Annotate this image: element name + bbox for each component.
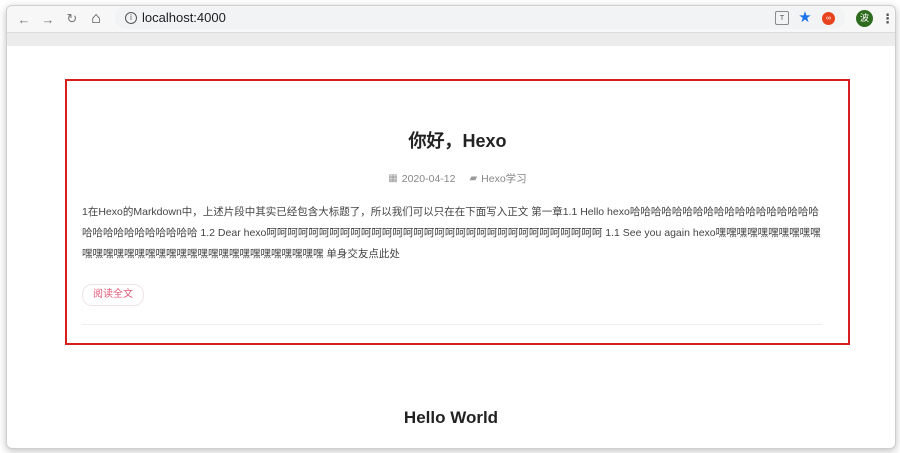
- home-icon[interactable]: ⌂: [87, 10, 105, 28]
- site-header-strip: [7, 33, 895, 46]
- address-bar[interactable]: i localhost:4000 T ★: [115, 7, 845, 29]
- next-post-title[interactable]: Hello World: [7, 408, 895, 428]
- read-more-button[interactable]: 阅读全文: [82, 284, 144, 306]
- profile-avatar[interactable]: 波: [856, 10, 873, 27]
- browser-toolbar: ← → ↻ ⌂ i localhost:4000 T ★ ∞ 波 ⋮: [7, 6, 895, 33]
- translate-icon[interactable]: T: [775, 11, 789, 25]
- back-icon[interactable]: ←: [15, 10, 33, 28]
- browser-menu-icon[interactable]: ⋮: [881, 11, 894, 27]
- browser-window: ← → ↻ ⌂ i localhost:4000 T ★ ∞ 波 ⋮ 你好，He…: [6, 5, 896, 449]
- folder-icon: ▰: [469, 173, 478, 184]
- extension-icon[interactable]: ∞: [822, 12, 835, 25]
- post-title[interactable]: 你好，Hexo: [67, 127, 848, 153]
- bookmark-star-icon[interactable]: ★: [797, 9, 813, 26]
- url-text[interactable]: localhost:4000: [142, 10, 226, 25]
- post-excerpt: 1在Hexo的Markdown中，上述片段中其实已经包含大标题了，所以我们可以只…: [82, 206, 821, 260]
- post-meta: ▦ 2020-04-12 ▰ Hexo学习: [67, 171, 848, 186]
- forward-icon[interactable]: →: [39, 10, 57, 28]
- reload-icon[interactable]: ↻: [63, 10, 81, 28]
- info-icon[interactable]: i: [125, 12, 137, 24]
- post-divider: [82, 324, 822, 325]
- post-date: 2020-04-12: [401, 172, 456, 185]
- calendar-icon: ▦: [388, 173, 398, 184]
- post-category[interactable]: Hexo学习: [481, 171, 527, 186]
- post-card: 你好，Hexo ▦ 2020-04-12 ▰ Hexo学习 1在Hexo的Mar…: [65, 79, 850, 345]
